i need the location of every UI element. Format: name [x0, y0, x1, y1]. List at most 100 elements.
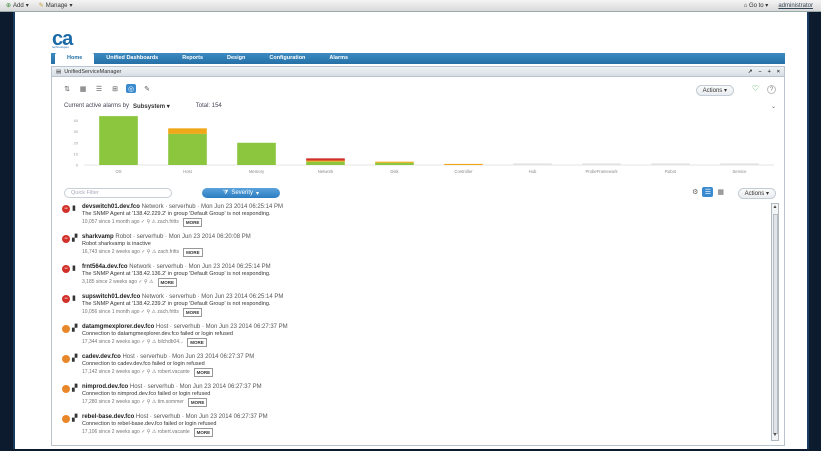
alarm-message: The SNMP Agent at '138.42.239.2' in grou… — [82, 301, 271, 307]
chart-bar[interactable] — [306, 160, 345, 162]
alarm-row[interactable]: ▞ datamgmexplorer.dev.fco Host · serverh… — [62, 322, 768, 352]
wrench-icon[interactable]: ✎ — [142, 84, 152, 93]
sort-icon[interactable]: ⇅ — [62, 84, 72, 93]
user-link[interactable]: administrator — [778, 3, 813, 9]
list-view-icon[interactable]: ☰ — [702, 187, 714, 197]
chart-bar[interactable] — [168, 128, 207, 134]
alarm-summary-label: Current active alarms by — [64, 103, 130, 109]
alarm-count: 10,057 since 1 month ago ✓ ⚲ ⚠ zach.frit… — [82, 219, 179, 225]
device-type-icon: ▮ — [72, 205, 76, 212]
list-icon[interactable]: ☰ — [94, 84, 104, 93]
group-by-select[interactable]: Subsystem ▾ — [133, 103, 170, 110]
settings-icon[interactable]: ⚙ — [692, 188, 698, 196]
scroll-thumb[interactable] — [773, 214, 778, 434]
more-button[interactable]: MORE — [183, 248, 203, 257]
alarm-body: sharkvamp Robot · serverhub · Mon Jun 23… — [82, 234, 251, 257]
goto-label: Go to — [748, 3, 764, 9]
chart-bar[interactable] — [375, 161, 414, 163]
critical-severity-icon: − — [62, 295, 70, 303]
nav-reports[interactable]: Reports — [170, 53, 215, 64]
alarm-row[interactable]: − ▞ sharkvamp Robot · serverhub · Mon Ju… — [62, 232, 768, 262]
manage-menu[interactable]: ✎ Manage ▾ — [38, 2, 73, 10]
grid-icon[interactable]: ▦ — [78, 84, 88, 93]
alarm-message: The SNMP Agent at '138.42.229.2' in grou… — [82, 211, 271, 217]
y-tick-label: 30 — [74, 129, 79, 134]
y-tick-label: 40 — [74, 118, 79, 123]
pin-icon[interactable]: ↗ — [748, 69, 753, 75]
chart-bar[interactable] — [306, 158, 345, 161]
chart-bar[interactable] — [444, 163, 483, 165]
alarm-host[interactable]: cadev.dev.fco — [82, 354, 121, 360]
alarm-host[interactable]: nimprod.dev.fco — [82, 384, 128, 390]
alarm-meta: Robot · serverhub · Mon Jun 23 2014 06:2… — [115, 234, 251, 240]
scroll-up-icon[interactable]: ▲ — [772, 204, 778, 212]
quick-filter-input[interactable]: Quick Filter — [64, 188, 172, 198]
overview-icon[interactable]: ◎ — [126, 84, 136, 93]
help-icon[interactable]: ? — [767, 85, 776, 94]
more-button[interactable]: MORE — [193, 368, 214, 377]
alarm-host[interactable]: sharkvamp — [82, 234, 114, 240]
critical-severity-icon: − — [62, 265, 70, 273]
chart-bar[interactable] — [168, 133, 207, 165]
chart-bar[interactable] — [375, 162, 414, 165]
usm-portlet: ▤ UnifiedServiceManager ↗ – + × ⇅ ▦ ☰ ⊞ … — [51, 66, 785, 446]
alarm-count: 17,280 since 2 weeks ago ✓ ⚲ ⚠ tim.somme… — [82, 399, 184, 405]
more-button[interactable]: MORE — [182, 308, 203, 317]
add-menu[interactable]: ⊕ Add ▾ — [6, 2, 29, 10]
alarm-info: 10,057 since 1 month ago ✓ ⚲ ⚠ zach.frit… — [82, 218, 283, 227]
nav-design[interactable]: Design — [215, 53, 257, 64]
alarm-message: Robot sharkvamp is inactive — [82, 241, 151, 247]
actions-button[interactable]: Actions ▾ — [695, 85, 734, 96]
alarm-list-scrollbar[interactable]: ▲ ▼ — [771, 203, 779, 441]
manage-label: Manage — [45, 2, 68, 9]
group-by-value: Subsystem — [133, 104, 166, 110]
chart-bar[interactable] — [99, 116, 138, 165]
chart-bar[interactable] — [237, 142, 276, 165]
health-heart-icon[interactable]: ♡ — [752, 84, 759, 93]
close-icon[interactable]: × — [777, 69, 780, 75]
wrench-icon: ✎ — [38, 3, 44, 9]
scroll-down-icon[interactable]: ▼ — [772, 432, 778, 440]
alarm-row[interactable]: ▞ nimprod.dev.fco Host · serverhub · Mon… — [62, 382, 768, 412]
alarm-host[interactable]: rebel-base.dev.fco — [82, 414, 134, 420]
minimize-icon[interactable]: – — [759, 69, 762, 75]
alarm-count: 16,743 since 2 weeks ago ✓ ⚲ ⚠ zach.frit… — [82, 249, 180, 255]
alarm-message: Connection to rebel-base.dev.fco failed … — [82, 421, 217, 427]
nav-unified-dashboards[interactable]: Unified Dashboards — [94, 53, 170, 64]
severity-filter-button[interactable]: ⧩ Severity ▾ — [202, 188, 280, 198]
chart-bar[interactable] — [306, 161, 345, 165]
nav-home[interactable]: Home — [55, 53, 95, 64]
alarm-row[interactable]: ▞ cadev.dev.fco Host · serverhub · Mon J… — [62, 352, 768, 382]
alarm-host[interactable]: frnt564a.dev.fco — [82, 264, 128, 270]
collapse-chevron-icon[interactable]: ⌄ — [771, 103, 776, 110]
chevron-down-icon: ▾ — [765, 3, 769, 9]
device-type-icon: ▞ — [72, 325, 78, 332]
tree-icon[interactable]: ⊞ — [110, 84, 120, 93]
more-button[interactable]: MORE — [187, 398, 208, 407]
alarm-header: rebel-base.dev.fco Host · serverhub · Mo… — [82, 414, 268, 421]
alarm-row[interactable]: ▞ rebel-base.dev.fco Host · serverhub · … — [62, 412, 768, 442]
severity-label: Severity — [231, 190, 254, 196]
alarm-host[interactable]: datamgmexplorer.dev.fco — [82, 324, 154, 330]
maximize-icon[interactable]: + — [768, 69, 771, 75]
goto-menu[interactable]: ⌂ Go to ▾ — [744, 2, 769, 9]
alarm-row[interactable]: − ▮ supswitch01.dev.fco Network · server… — [62, 292, 768, 322]
more-button[interactable]: MORE — [187, 338, 207, 347]
alarm-row[interactable]: − ▮ devswitch01.dev.fco Network · server… — [62, 202, 768, 232]
more-button[interactable]: MORE — [182, 218, 203, 227]
alarm-row[interactable]: − ▮ frnt564a.dev.fco Network · serverhub… — [62, 262, 768, 292]
grid-view-icon[interactable]: ▦ — [717, 188, 724, 196]
nav-configuration[interactable]: Configuration — [257, 53, 317, 64]
alarm-header: cadev.dev.fco Host · serverhub · Mon Jun… — [82, 354, 254, 361]
add-icon: ⊕ — [6, 3, 12, 9]
logo-subtitle: technologies — [52, 45, 69, 49]
list-actions-button[interactable]: Actions ▾ — [737, 188, 776, 199]
more-button[interactable]: MORE — [157, 278, 178, 287]
alarm-list: − ▮ devswitch01.dev.fco Network · server… — [62, 202, 768, 442]
x-tick-label: Disk — [390, 169, 399, 174]
alarm-host[interactable]: devswitch01.dev.fco — [82, 204, 140, 210]
nav-alarms[interactable]: Alarms — [317, 53, 360, 64]
more-button[interactable]: MORE — [193, 428, 214, 437]
alarm-host[interactable]: supswitch01.dev.fco — [82, 294, 140, 300]
device-type-icon: ▮ — [72, 295, 76, 302]
